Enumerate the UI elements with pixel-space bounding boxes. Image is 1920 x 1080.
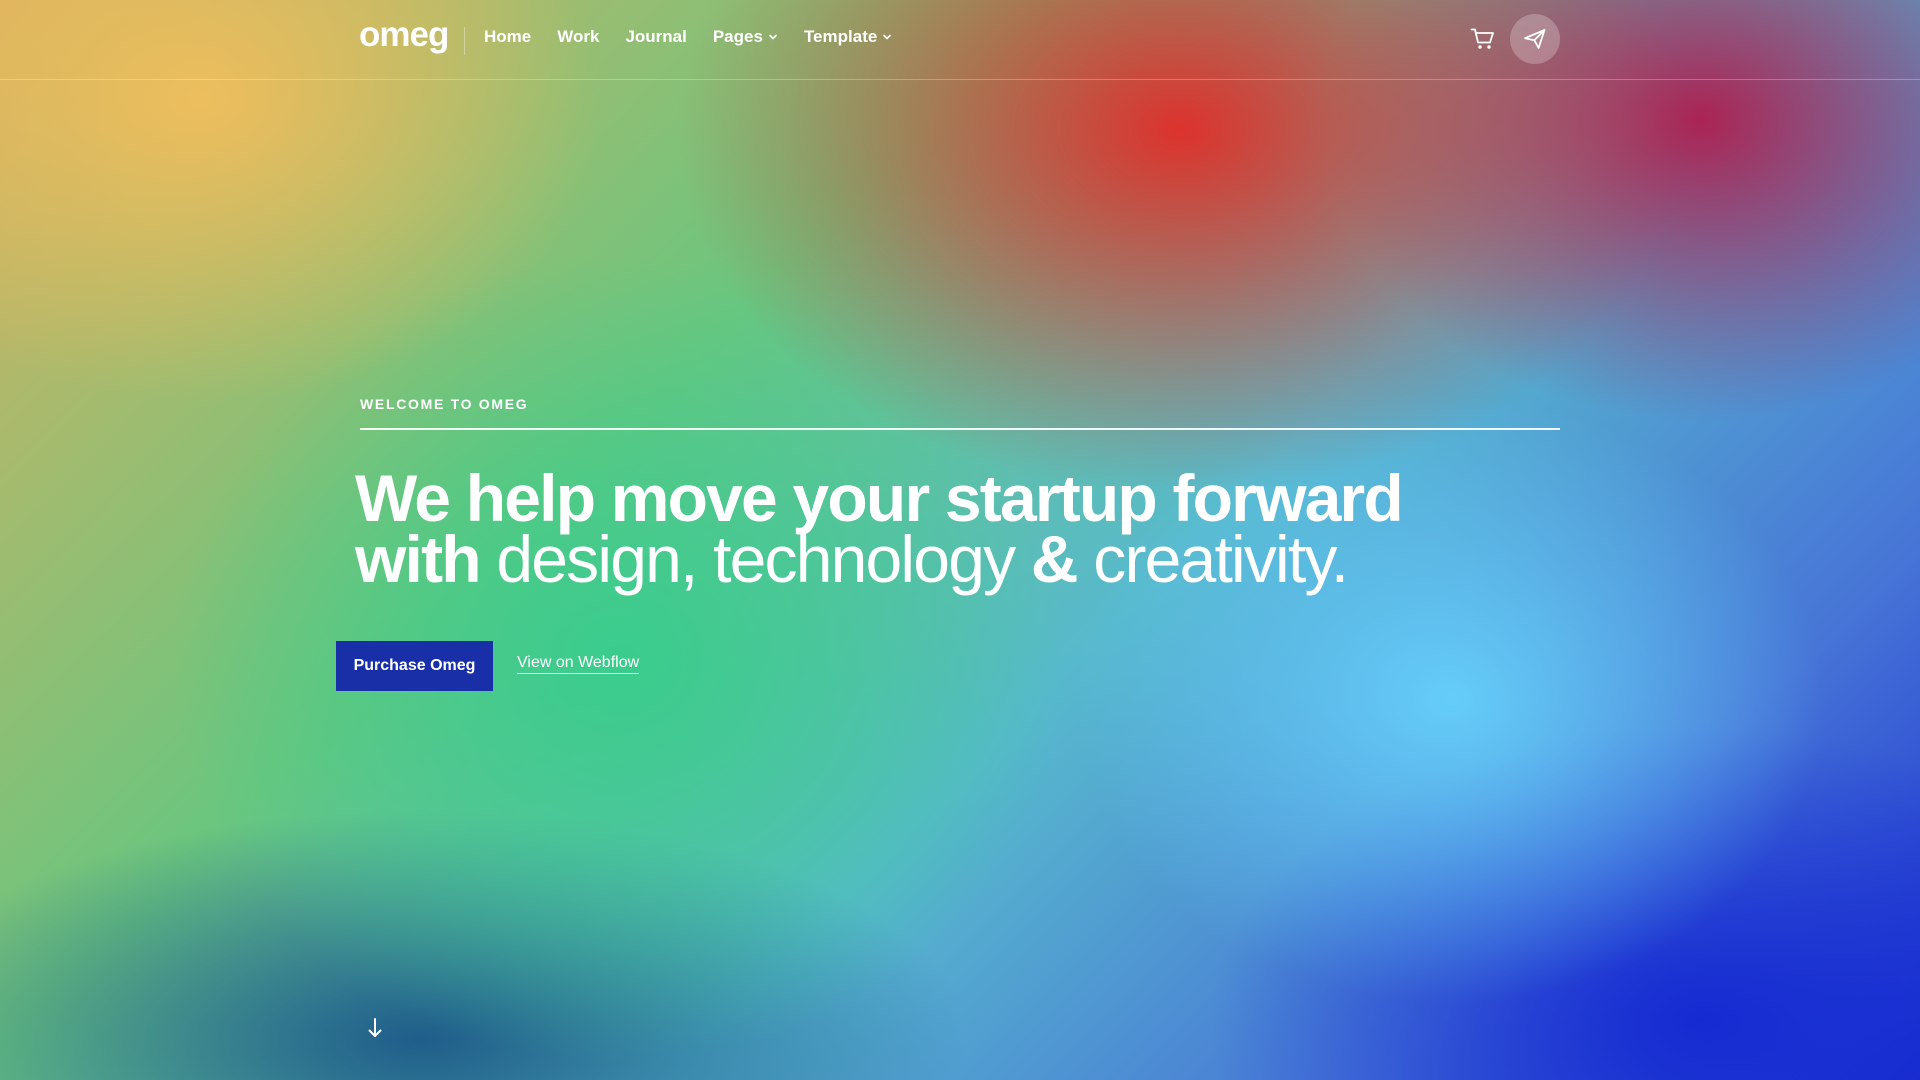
cart-button[interactable] bbox=[1468, 24, 1498, 54]
view-on-webflow-link[interactable]: View on Webflow bbox=[517, 654, 640, 674]
hero-title-line-2: with design, technology & creativity. bbox=[355, 526, 1402, 592]
nav-journal-label: Journal bbox=[625, 27, 687, 46]
hero-eyebrow: WELCOME TO OMEG bbox=[360, 396, 529, 412]
hero-title-creativity: creativity. bbox=[1093, 522, 1349, 596]
nav-pages-dropdown[interactable]: Pages bbox=[713, 28, 778, 45]
nav-pages-label: Pages bbox=[712, 27, 763, 46]
hero-title-ampersand: & bbox=[1030, 522, 1094, 596]
send-button[interactable] bbox=[1510, 14, 1560, 64]
nav-journal-link[interactable]: Journal bbox=[625, 28, 686, 45]
chevron-down-icon bbox=[768, 32, 778, 42]
hero-title-with: with bbox=[355, 522, 497, 596]
nav-work-label: Work bbox=[557, 27, 600, 46]
scroll-down-button[interactable] bbox=[363, 1017, 387, 1041]
nav-work-link[interactable]: Work bbox=[557, 28, 599, 45]
nav-template-dropdown[interactable]: Template bbox=[804, 28, 892, 45]
hero-title: We help move your startup forward with d… bbox=[355, 461, 1404, 592]
paper-plane-icon bbox=[1523, 27, 1547, 51]
nav-home-label: Home bbox=[484, 27, 532, 46]
main-nav: Home Work Journal Pages Template bbox=[484, 28, 892, 45]
arrow-down-icon bbox=[366, 1017, 384, 1041]
nav-template-label: Template bbox=[803, 27, 878, 46]
purchase-omeg-button[interactable]: Purchase Omeg bbox=[336, 641, 493, 691]
cart-icon bbox=[1470, 27, 1496, 51]
hero-title-line-1: We help move your startup forward bbox=[355, 461, 1404, 535]
chevron-down-icon bbox=[882, 32, 892, 42]
nav-home-link[interactable]: Home bbox=[484, 28, 531, 45]
hero-title-design-technology: design, technology bbox=[496, 522, 1031, 596]
brand-logo[interactable]: omeg bbox=[359, 17, 449, 52]
brand-divider bbox=[464, 27, 465, 55]
hero-divider bbox=[360, 428, 1560, 430]
site-header: omeg Home Work Journal Pages Template bbox=[0, 0, 1920, 80]
